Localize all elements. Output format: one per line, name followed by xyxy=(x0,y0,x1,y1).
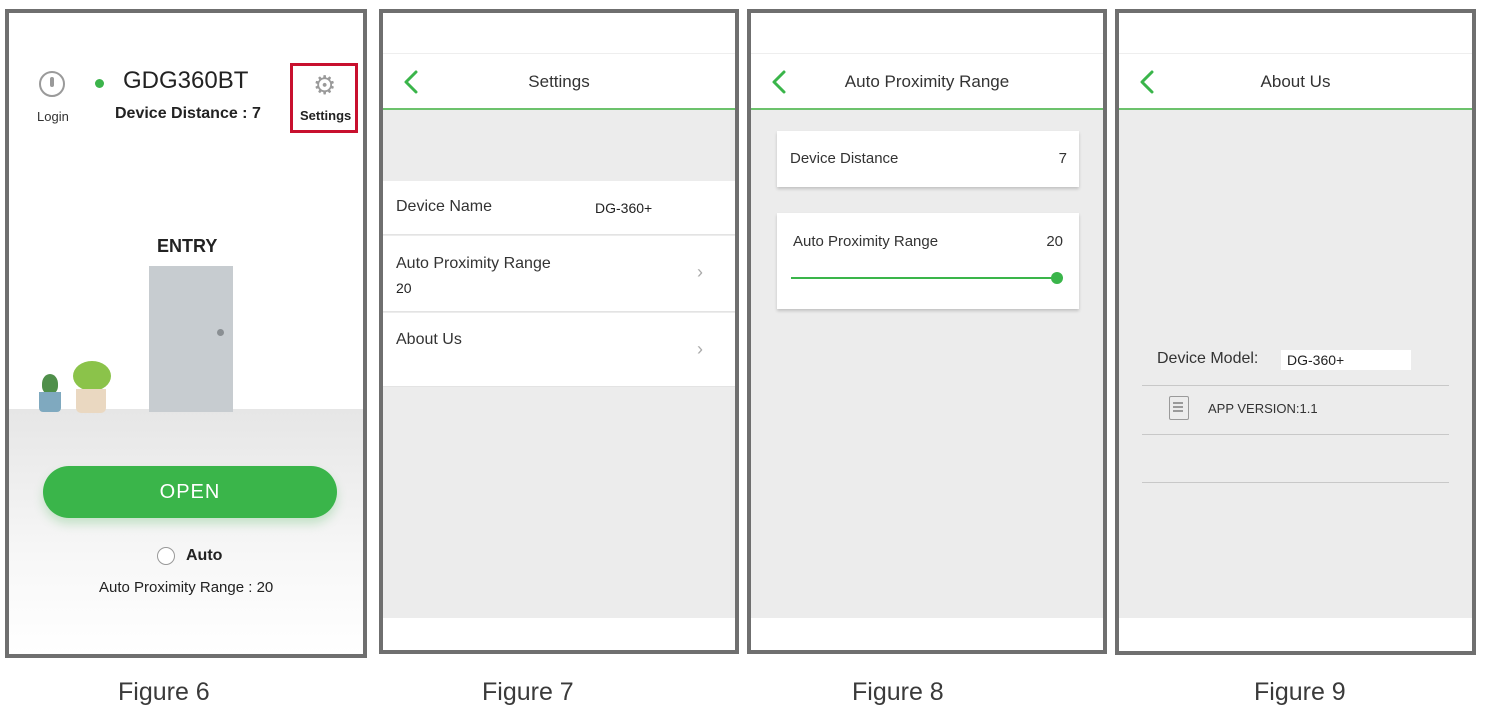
device-distance-text: Device Distance : 7 xyxy=(115,105,261,122)
device-distance-card: Device Distance 7 xyxy=(777,131,1079,187)
settings-label: Settings xyxy=(300,108,352,123)
cactus-plant-icon xyxy=(42,374,58,394)
figure-caption: Figure 8 xyxy=(852,678,944,706)
device-distance-label: Device Distance xyxy=(790,150,899,167)
app-header: Auto Proximity Range xyxy=(751,53,1103,110)
floor-illustration xyxy=(9,409,363,654)
page-title: Settings xyxy=(528,72,590,91)
figure-caption: Figure 9 xyxy=(1254,678,1346,706)
home-screen: Login GDG360BT Device Distance : 7 ⚙ Set… xyxy=(5,9,367,658)
entry-label: ENTRY xyxy=(157,236,218,256)
row-label: About Us xyxy=(396,331,462,348)
plant-pot xyxy=(76,389,106,413)
settings-button[interactable]: ⚙ Settings xyxy=(290,63,358,133)
login-icon[interactable] xyxy=(39,71,65,97)
device-model-label: Device Model: xyxy=(1157,350,1259,367)
row-label: Auto Proximity Range xyxy=(396,255,551,272)
page-title: Auto Proximity Range xyxy=(844,72,1010,91)
gear-icon: ⚙ xyxy=(313,70,337,100)
divider xyxy=(1142,482,1449,483)
device-name-row[interactable]: Device Name DG-360+ xyxy=(383,181,735,235)
login-label[interactable]: Login xyxy=(37,109,69,124)
app-header: About Us xyxy=(1119,53,1472,110)
auto-label[interactable]: Auto xyxy=(186,547,222,565)
device-name-value: DG-360+ xyxy=(595,200,653,216)
connection-status-dot xyxy=(95,79,104,88)
figure-caption: Figure 7 xyxy=(482,678,574,706)
plant-pot xyxy=(39,392,61,412)
figure-caption: Figure 6 xyxy=(118,678,210,706)
page-title: About Us xyxy=(1260,72,1331,91)
proximity-range-screen: Auto Proximity Range Device Distance 7 A… xyxy=(747,9,1107,654)
chevron-right-icon: › xyxy=(697,339,703,359)
range-value: 20 xyxy=(1046,233,1063,250)
door-knob xyxy=(217,329,224,336)
auto-range-text: Auto Proximity Range : 20 xyxy=(99,579,274,596)
divider xyxy=(1142,434,1449,435)
leafy-plant-icon xyxy=(73,361,111,391)
range-slider-track[interactable] xyxy=(791,277,1057,279)
device-title: GDG360BT xyxy=(123,67,249,94)
device-distance-value: 7 xyxy=(1058,150,1067,167)
auto-proximity-row[interactable]: Auto Proximity Range 20 › xyxy=(383,236,735,312)
range-label: Auto Proximity Range xyxy=(793,233,939,250)
proximity-value: 20 xyxy=(396,280,412,296)
divider xyxy=(1142,385,1449,386)
range-slider-thumb[interactable] xyxy=(1051,272,1063,284)
open-button[interactable]: OPEN xyxy=(43,466,337,518)
door-illustration xyxy=(149,266,233,412)
document-icon xyxy=(1169,396,1189,420)
chevron-right-icon: › xyxy=(697,262,703,282)
about-us-screen: About Us Device Model: DG-360+ APP VERSI… xyxy=(1115,9,1476,655)
app-header: Settings xyxy=(383,53,735,110)
device-model-value: DG-360+ xyxy=(1281,350,1411,370)
row-label: Device Name xyxy=(396,198,493,215)
about-us-row[interactable]: About Us › xyxy=(383,313,735,387)
proximity-range-card: Auto Proximity Range 20 xyxy=(777,213,1079,309)
auto-radio[interactable] xyxy=(157,547,175,565)
settings-screen: Settings Device Name DG-360+ Auto Proxim… xyxy=(379,9,739,654)
app-version-text: APP VERSION:1.1 xyxy=(1208,401,1318,416)
